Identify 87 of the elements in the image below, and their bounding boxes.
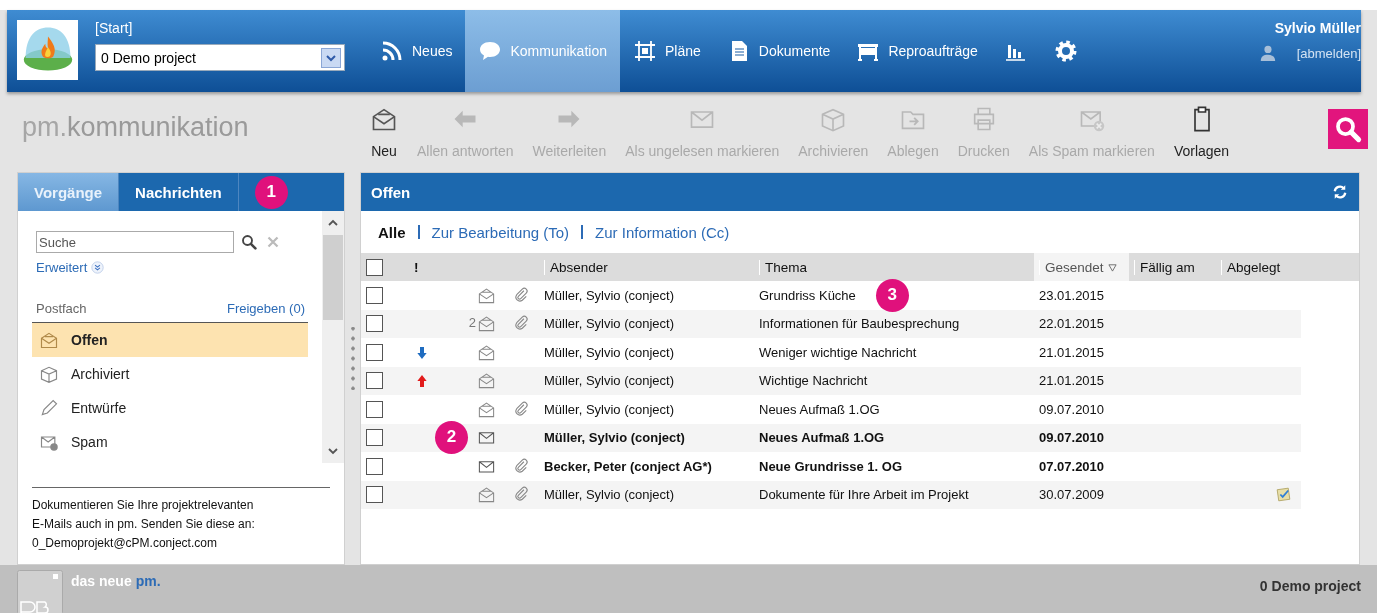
toolbar-button[interactable]: Neu (370, 105, 398, 159)
sender-cell: Müller, Sylvio (conject) (544, 316, 675, 332)
subject-cell: Neues Aufmaß 1.OG (759, 401, 880, 417)
date-cell: 21.01.2015 (1039, 373, 1105, 389)
logout-link[interactable]: [abmelden] (1296, 45, 1361, 61)
folder-item[interactable]: Entwürfe (32, 391, 308, 425)
row-checkbox[interactable] (366, 315, 383, 333)
filter-link[interactable]: Alle (378, 223, 406, 241)
subject-cell: Informationen für Baubesprechung (759, 316, 960, 332)
nav-tab[interactable]: Pläne (619, 10, 714, 92)
sidebar-tab[interactable]: Nachrichten (119, 173, 239, 211)
search-button[interactable] (1328, 109, 1368, 149)
subject-cell: Neues Aufmaß 1.OG (759, 430, 885, 446)
search-icon (1333, 114, 1363, 144)
scroll-down-icon[interactable] (327, 445, 339, 457)
sort-down-icon (1107, 262, 1117, 272)
date-cell: 21.01.2015 (1039, 344, 1105, 360)
folder-item[interactable]: Archiviert (32, 357, 308, 391)
date-cell: 23.01.2015 (1039, 287, 1105, 303)
row-checkbox[interactable] (366, 429, 383, 447)
dropdown-icon (321, 47, 341, 68)
column-header[interactable]: Absender (544, 259, 608, 275)
sender-cell: Müller, Sylvio (conject) (544, 373, 675, 389)
filter-link[interactable]: Zur Information (Cc) (595, 223, 730, 241)
row-checkbox[interactable] (366, 486, 383, 504)
row-checkbox[interactable] (366, 457, 383, 475)
subject-cell: Wichtige Nachricht (759, 373, 868, 389)
project-select[interactable]: 0 Demo project (95, 44, 345, 71)
box-icon (39, 364, 59, 384)
subject-cell: Grundriss Küche (759, 287, 856, 303)
scrollbar-thumb[interactable] (323, 235, 343, 320)
toolbar-button[interactable]: Vorlagen (1173, 105, 1230, 159)
folder-item[interactable]: Spam (32, 425, 308, 459)
rss-icon (380, 39, 404, 63)
date-cell: 07.07.2010 (1039, 458, 1105, 474)
filter-link[interactable]: Zur Bearbeitung (To) (431, 223, 570, 241)
date-cell: 30.07.2009 (1039, 487, 1105, 503)
subject-cell: Weniger wichtige Nachricht (759, 344, 917, 360)
share-link[interactable]: Freigeben (0) (226, 301, 305, 316)
sender-cell: Müller, Sylvio (conject) (544, 287, 675, 303)
user-icon (1258, 44, 1277, 62)
panel-title: Offen (371, 183, 411, 201)
app-title-prefix: pm. (22, 111, 67, 142)
date-cell: 22.01.2015 (1039, 316, 1105, 332)
sender-cell: Becker, Peter (conject AG*) (544, 458, 712, 474)
sender-cell: Müller, Sylvio (conject) (544, 401, 675, 417)
callout-badge: 1 (254, 175, 288, 209)
pm-logo-icon (17, 570, 63, 613)
footer-slogan: das neue (71, 573, 132, 589)
row-checkbox[interactable] (366, 286, 383, 304)
pencil-icon (39, 398, 59, 418)
row-checkbox[interactable] (366, 343, 383, 361)
nav-tab[interactable]: Neues (367, 10, 466, 92)
sender-cell: Müller, Sylvio (conject) (544, 487, 675, 503)
nav-tab[interactable]: Dokumente (713, 10, 844, 92)
refresh-icon[interactable] (1331, 183, 1349, 201)
column-header[interactable]: ! (414, 259, 419, 275)
search-icon[interactable] (240, 233, 258, 251)
mailbox-label: Postfach (36, 301, 87, 316)
row-checkbox[interactable] (366, 400, 383, 418)
settings-icon (1053, 39, 1078, 63)
message-count: 2 (468, 315, 476, 331)
subject-cell: Dokumente für Ihre Arbeit im Projekt (759, 487, 969, 503)
frame-icon (632, 39, 657, 63)
advanced-search-link[interactable]: Erweitert (36, 260, 88, 275)
subject-cell: Neue Grundrisse 1. OG (759, 458, 903, 474)
nav-tab[interactable]: Reproaufträge (843, 10, 991, 92)
open-envelope-icon (39, 330, 59, 350)
select-all-checkbox[interactable] (366, 258, 383, 276)
folder-item[interactable]: Offen (32, 323, 308, 357)
speech-bubble-icon (478, 39, 503, 63)
footer-brand: pm. (135, 573, 161, 589)
search-field[interactable]: Suche (36, 231, 234, 253)
row-checkbox[interactable] (366, 372, 383, 390)
sender-cell: Müller, Sylvio (conject) (544, 430, 685, 446)
column-header[interactable]: Thema (759, 259, 808, 275)
current-project: 0 Demo project (1259, 578, 1361, 594)
callout-badge: 2 (435, 420, 468, 454)
sender-cell: Müller, Sylvio (conject) (544, 344, 675, 360)
date-cell: 09.07.2010 (1039, 401, 1105, 417)
info-text: Dokumentieren Sie Ihre projektrelevanten E-Mails auch in pm. Senden Sie diese an: 0_Demoprojekt@cPM.conject.com (32, 487, 330, 553)
expand-icon[interactable] (91, 261, 105, 274)
user-name: Sylvio Müller (1274, 20, 1361, 36)
date-cell: 09.07.2010 (1039, 430, 1105, 446)
app-title: kommunikation (67, 111, 249, 142)
app-logo[interactable] (17, 20, 78, 80)
breadcrumb-link[interactable]: [Start] (95, 20, 345, 36)
